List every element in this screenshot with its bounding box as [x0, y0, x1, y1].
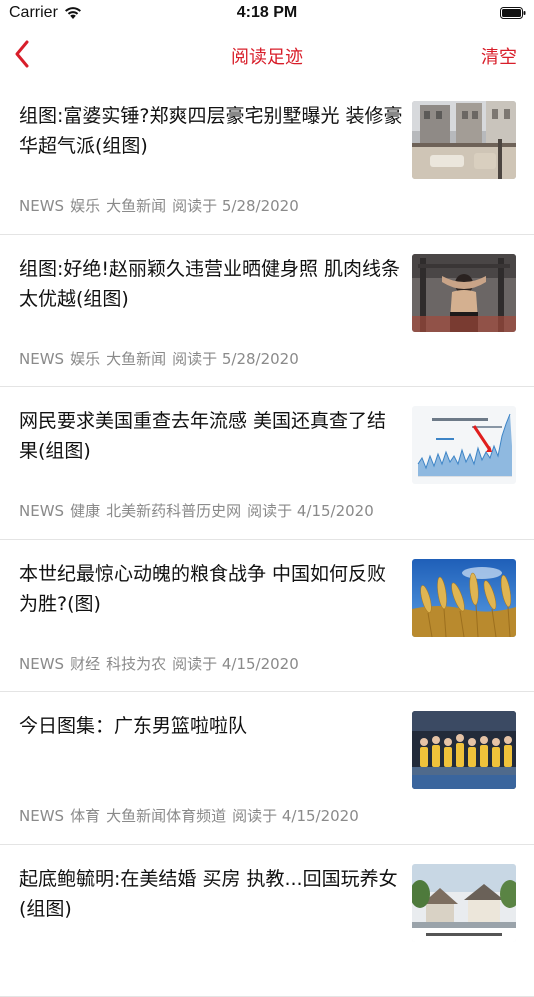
list-item[interactable]: 网民要求美国重查去年流感 美国还真查了结果(组图) NEWS 健康北美新药科普历史… — [0, 387, 534, 540]
page-title: 阅读足迹 — [0, 43, 534, 69]
article-title: 起底鲍毓明:在美结婚 买房 执教...回国玩养女(组图) — [19, 864, 403, 924]
article-title: 网民要求美国重查去年流感 美国还真查了结果(组图) — [19, 406, 403, 466]
mansion-photo-icon — [412, 101, 516, 179]
article-read-date: 阅读于 4/15/2020 — [172, 655, 299, 673]
article-publisher: 大鱼新闻 — [106, 350, 166, 368]
reading-history-list: 组图:富婆实锤?郑爽四层豪宅别墅曝光 装修豪华超气派(组图) NEWS娱乐大鱼新… — [0, 82, 534, 997]
article-publisher: 大鱼新闻 — [106, 197, 166, 215]
article-meta: NEWS 财经科技为农阅读于 4/15/2020 — [19, 653, 305, 674]
battery-icon — [500, 7, 526, 19]
gym-photo-icon — [412, 254, 516, 332]
article-category: 娱乐 — [70, 350, 100, 368]
article-source: NEWS — [19, 655, 64, 673]
article-title: 组图:好绝!赵丽颖久违营业晒健身照 肌肉线条太优越(组图) — [19, 254, 403, 314]
article-category: 体育 — [70, 807, 100, 825]
article-meta: NEWS 娱乐大鱼新闻阅读于 5/28/2020 — [19, 195, 305, 216]
article-publisher: 北美新药科普历史网 — [106, 502, 241, 520]
list-item[interactable]: 组图:好绝!赵丽颖久违营业晒健身照 肌肉线条太优越(组图) NEWS 娱乐大鱼新闻… — [0, 235, 534, 388]
article-source: NEWS — [19, 197, 64, 215]
list-item[interactable]: 今日图集：广东男篮啦啦队 NEWS 体育大鱼新闻体育频道阅读于 4/15/2020 — [0, 692, 534, 845]
article-source: NEWS — [19, 350, 64, 368]
article-source: NEWS — [19, 502, 64, 520]
list-item[interactable]: 本世纪最惊心动魄的粮食战争 中国如何反败为胜?(图) NEWS 财经科技为农阅读于… — [0, 540, 534, 693]
list-item[interactable]: 组图:富婆实锤?郑爽四层豪宅别墅曝光 装修豪华超气派(组图) NEWS 娱乐大鱼新… — [0, 82, 534, 235]
article-meta: NEWS 健康北美新药科普历史网阅读于 4/15/2020 — [19, 500, 380, 521]
article-read-date: 阅读于 5/28/2020 — [172, 350, 299, 368]
status-bar: Carrier 4:18 PM — [0, 0, 534, 30]
house-photo-icon — [412, 864, 516, 942]
article-title: 今日图集：广东男篮啦啦队 — [19, 711, 403, 741]
article-title: 本世纪最惊心动魄的粮食战争 中国如何反败为胜?(图) — [19, 559, 403, 619]
clock: 4:18 PM — [0, 4, 534, 22]
article-meta: NEWS 娱乐大鱼新闻阅读于 5/28/2020 — [19, 348, 305, 369]
article-publisher: 大鱼新闻体育频道 — [106, 807, 226, 825]
article-read-date: 阅读于 4/15/2020 — [247, 502, 374, 520]
article-title: 组图:富婆实锤?郑爽四层豪宅别墅曝光 装修豪华超气派(组图) — [19, 101, 403, 161]
article-source: NEWS — [19, 807, 64, 825]
clear-button[interactable]: 清空 — [481, 43, 517, 69]
flu-chart-photo-icon — [412, 406, 516, 484]
cheerleaders-photo-icon — [412, 711, 516, 789]
wheat-photo-icon — [412, 559, 516, 637]
article-category: 财经 — [70, 655, 100, 673]
list-item[interactable]: 起底鲍毓明:在美结婚 买房 执教...回国玩养女(组图) — [0, 845, 534, 997]
navigation-bar: 阅读足迹 清空 — [0, 30, 534, 78]
article-publisher: 科技为农 — [106, 655, 166, 673]
article-read-date: 阅读于 4/15/2020 — [232, 807, 359, 825]
article-category: 娱乐 — [70, 197, 100, 215]
article-read-date: 阅读于 5/28/2020 — [172, 197, 299, 215]
article-category: 健康 — [70, 502, 100, 520]
article-meta: NEWS 体育大鱼新闻体育频道阅读于 4/15/2020 — [19, 805, 365, 826]
